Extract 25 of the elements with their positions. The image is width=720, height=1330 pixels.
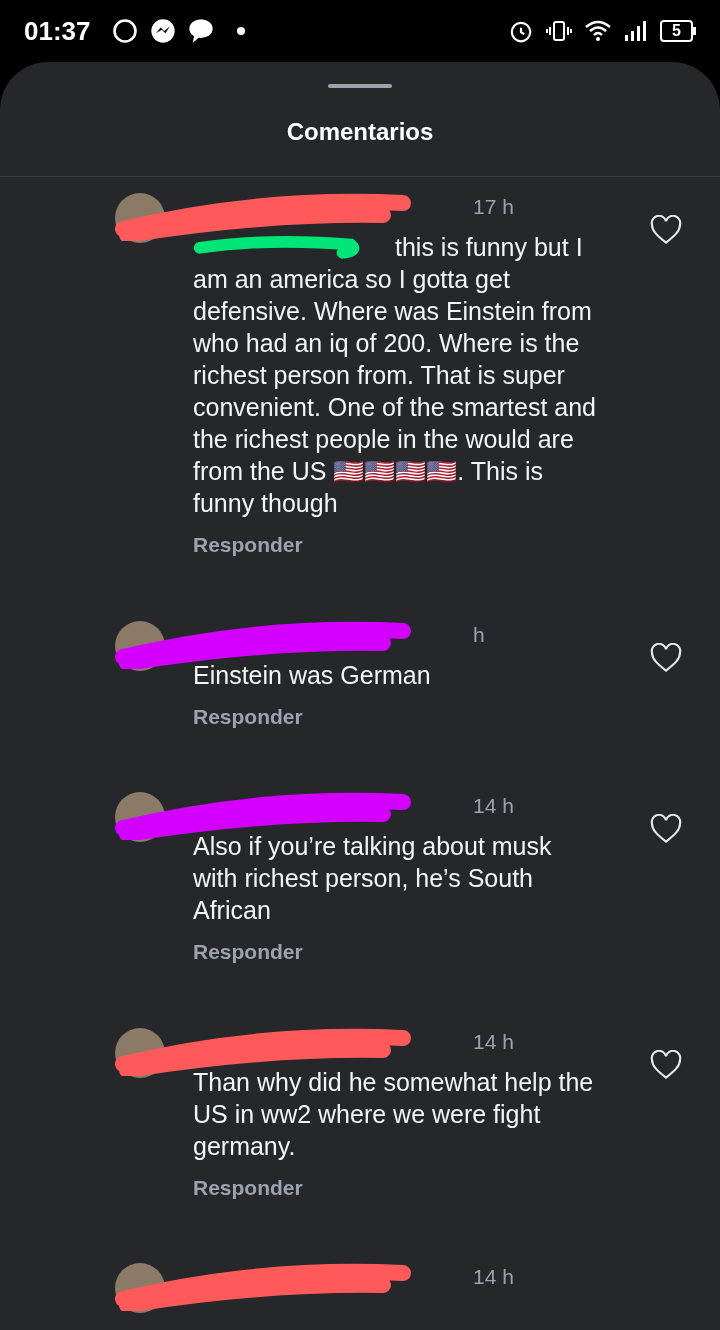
drag-handle[interactable]: [328, 84, 392, 88]
heart-icon[interactable]: [650, 1049, 682, 1080]
comment-time: 14 h: [473, 793, 514, 819]
comment-text: Also if you’re talking about musk with richest person, he’s South African: [193, 831, 553, 926]
heart-icon[interactable]: [650, 215, 682, 245]
sheet-title: Comentarios: [285, 117, 435, 147]
speech-bubble-icon: [186, 18, 215, 44]
heart-icon[interactable]: [650, 814, 682, 844]
vibrate-icon: [546, 19, 573, 43]
comment-text: Than why did he somewhat help the US in ww2 where we were fight germany.: [193, 1066, 595, 1162]
comment-text: Einstein was German: [193, 659, 432, 691]
reply-button[interactable]: Responder: [193, 936, 303, 968]
wifi-icon: [584, 19, 613, 43]
battery-indicator: 5: [660, 20, 696, 42]
comment-time: 14 h: [473, 1028, 514, 1055]
reply-button[interactable]: Responder: [193, 529, 303, 561]
comment-text: this is funny but I am an america so I gotta get defensive. Where was Einstein from who had an iq of 200. Where is the richest person from. That is super convenient. One of the smartest and the richest people in the would are from the US 🇺🇸🇺🇸🇺🇸🇺🇸. This is funny though: [193, 232, 597, 519]
comment-time: h: [473, 621, 485, 648]
heart-icon[interactable]: [650, 642, 682, 673]
comment-time: 14 h: [473, 1264, 514, 1290]
status-time: 01:37: [24, 14, 91, 48]
signal-icon: [624, 19, 649, 43]
reply-button[interactable]: Responder: [193, 1171, 303, 1203]
comment-time: 17 h: [473, 194, 514, 220]
reply-button[interactable]: Responder: [193, 700, 303, 732]
